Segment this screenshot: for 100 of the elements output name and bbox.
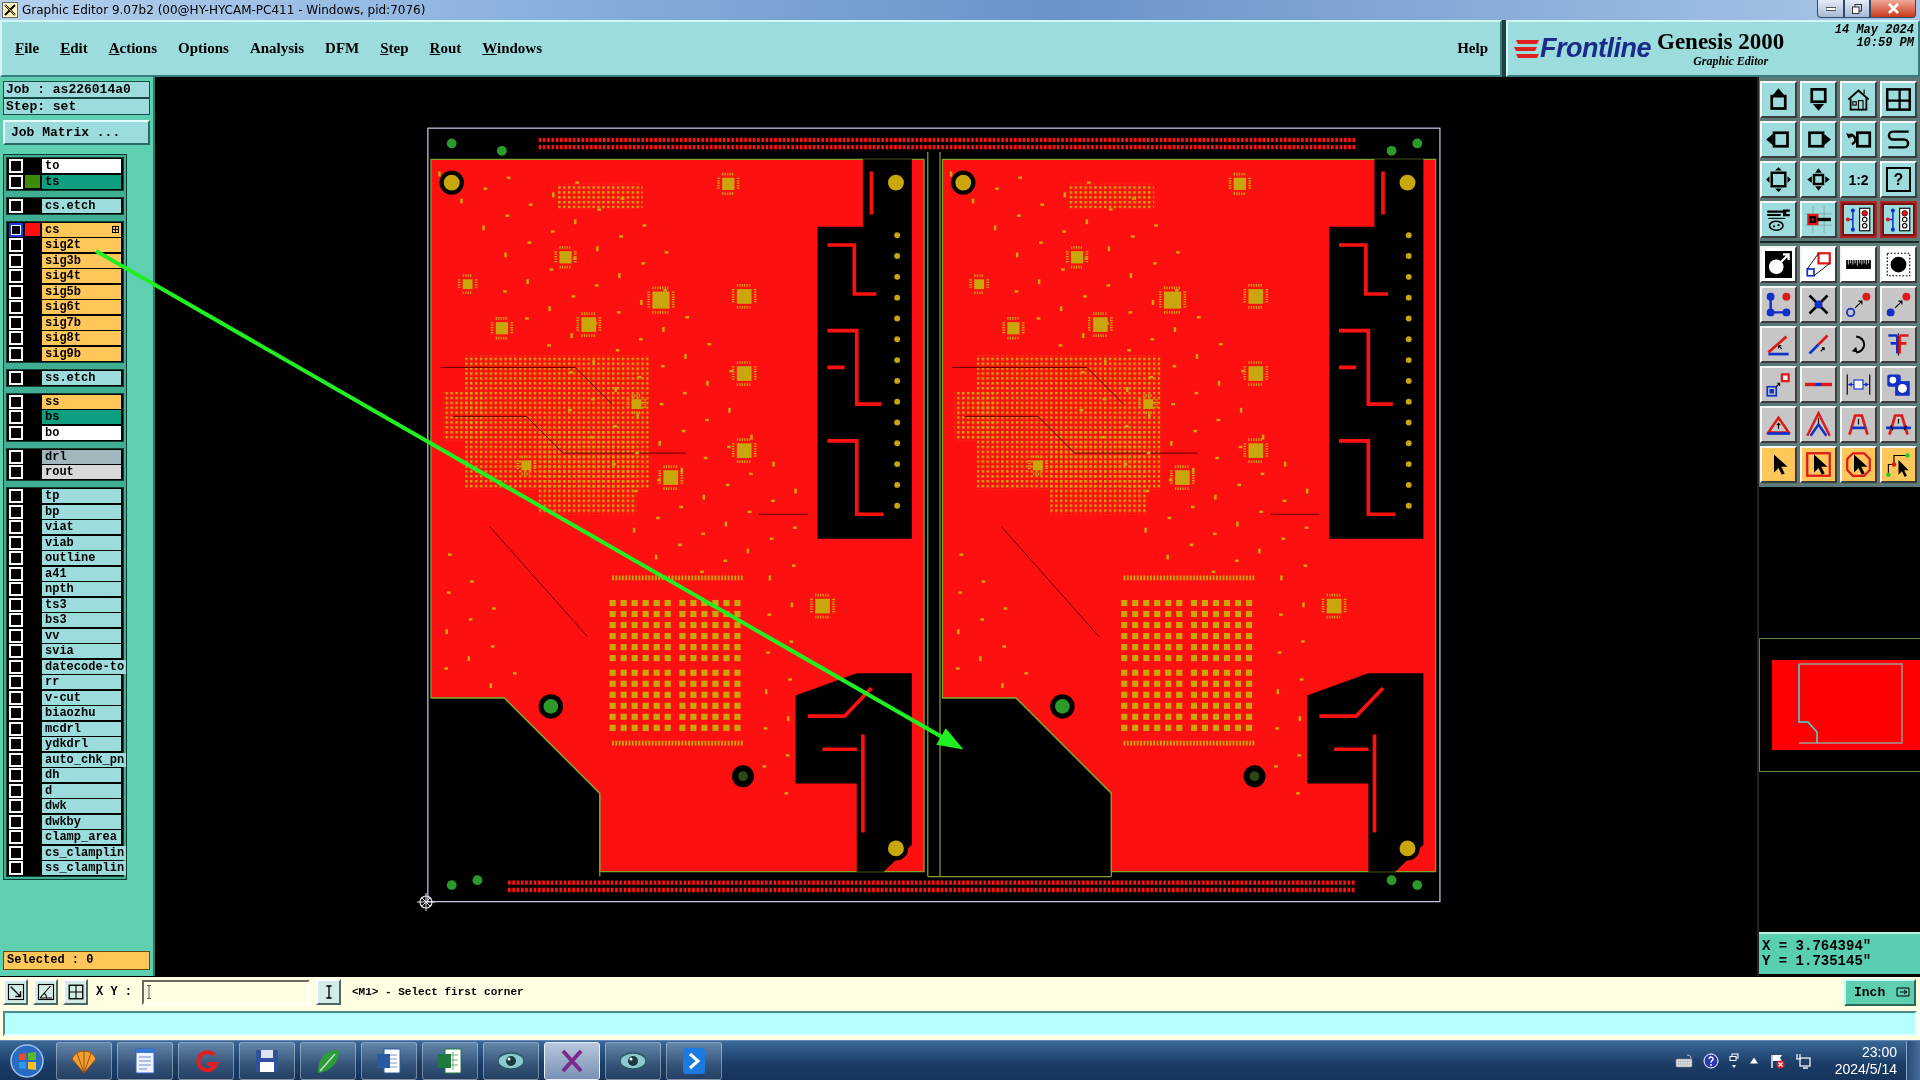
- help-menu[interactable]: Help: [1457, 40, 1488, 57]
- menu-item[interactable]: Rout: [429, 40, 462, 57]
- grid-button[interactable]: [63, 979, 88, 1005]
- pan-up-button[interactable]: [1760, 81, 1797, 118]
- layer-name-button[interactable]: dh: [42, 768, 121, 782]
- layer-name-button[interactable]: sig7b: [42, 315, 121, 330]
- cursor-octagon-button[interactable]: [1840, 446, 1877, 483]
- units-button[interactable]: Inch: [1844, 978, 1916, 1006]
- circuit-signal-button[interactable]: [1880, 201, 1917, 238]
- cursor-square-button[interactable]: [1800, 446, 1837, 483]
- arch-crossbar-button[interactable]: [1880, 406, 1917, 443]
- cursor-net-button[interactable]: [1880, 446, 1917, 483]
- layer-name-button[interactable]: ss: [42, 394, 121, 409]
- layer-name-button[interactable]: tp: [42, 489, 121, 503]
- window-grid-button[interactable]: [1880, 81, 1917, 118]
- help-button[interactable]: ?: [1880, 161, 1917, 198]
- arch-button[interactable]: [1840, 406, 1877, 443]
- diagonal-line-button[interactable]: [1800, 326, 1837, 363]
- layer-name-button[interactable]: viat: [42, 520, 121, 534]
- pad-button[interactable]: [1800, 201, 1837, 238]
- job-matrix-button[interactable]: Job Matrix ...: [3, 120, 150, 145]
- layer-name-button[interactable]: bs: [42, 410, 121, 424]
- connected-dots-button[interactable]: [1760, 286, 1797, 323]
- layer-name-button[interactable]: cs.etch: [42, 198, 121, 213]
- tray-keyboard-button[interactable]: [1674, 1053, 1693, 1068]
- layer-name-button[interactable]: biaozhu: [42, 706, 121, 720]
- layer-name-button[interactable]: ts: [42, 174, 121, 189]
- layer-name-button[interactable]: cs: [42, 222, 121, 237]
- layer-name-button[interactable]: ydkdrl: [42, 737, 121, 751]
- pan-down-button[interactable]: [1800, 81, 1837, 118]
- layer-name-button[interactable]: sig5b: [42, 284, 121, 299]
- command-field[interactable]: [3, 1011, 1917, 1036]
- layer-name-button[interactable]: clamp_area: [42, 830, 121, 844]
- minimize-button[interactable]: [1817, 0, 1844, 18]
- dimension-button[interactable]: [1840, 366, 1877, 403]
- menu-item[interactable]: Analysis: [249, 40, 305, 57]
- layer-name-button[interactable]: a41: [42, 566, 121, 581]
- dot-arrow-dot-button[interactable]: [1880, 286, 1917, 323]
- mirror-button[interactable]: [1880, 326, 1917, 363]
- layer-name-button[interactable]: sig3b: [42, 253, 121, 268]
- curved-arrow-button[interactable]: [1840, 326, 1877, 363]
- overlapping-shapes-button[interactable]: [1880, 366, 1917, 403]
- layer-name-button[interactable]: d: [42, 783, 121, 798]
- layer-name-button[interactable]: auto_chk_pn: [42, 752, 127, 767]
- cursor-button[interactable]: [1760, 446, 1797, 483]
- pan-left-button[interactable]: [1760, 121, 1797, 158]
- overview-panel[interactable]: [1759, 638, 1920, 772]
- layer-name-button[interactable]: dwkby: [42, 814, 121, 829]
- maximize-button[interactable]: [1844, 0, 1870, 18]
- show-hidden-icons-button[interactable]: [1748, 1057, 1759, 1064]
- scale-ratio-button[interactable]: 1:2: [1840, 161, 1877, 198]
- layer-checkbox[interactable]: [9, 222, 23, 237]
- layer-name-button[interactable]: bs3: [42, 613, 121, 627]
- circle-arrow-button[interactable]: [1760, 246, 1797, 283]
- tray-flag-button[interactable]: [1768, 1052, 1785, 1069]
- pan-right-button[interactable]: [1800, 121, 1837, 158]
- layer-name-button[interactable]: drl: [42, 449, 121, 464]
- tray-network-button[interactable]: [1794, 1052, 1811, 1069]
- menu-item[interactable]: Options: [178, 40, 229, 57]
- show-desktop-button[interactable]: [1906, 1040, 1920, 1080]
- layer-name-button[interactable]: outline: [42, 551, 121, 565]
- close-button[interactable]: [1870, 0, 1916, 18]
- zoom-in-button[interactable]: [1800, 161, 1837, 198]
- layer-name-button[interactable]: dwk: [42, 799, 121, 813]
- layer-name-button[interactable]: bo: [42, 425, 121, 440]
- layer-name-button[interactable]: mcdrl: [42, 721, 121, 736]
- menu-item[interactable]: Edit: [60, 40, 88, 57]
- taskbar-button[interactable]: [544, 1041, 600, 1080]
- menu-item[interactable]: File: [15, 40, 40, 57]
- layer-name-button[interactable]: sig2t: [42, 238, 121, 252]
- house-button[interactable]: [1840, 81, 1877, 118]
- layer-name-button[interactable]: bp: [42, 504, 121, 519]
- layer-name-button[interactable]: v-cut: [42, 690, 121, 705]
- angle-button[interactable]: [1760, 326, 1797, 363]
- layer-name-button[interactable]: to: [42, 159, 121, 173]
- triangle-button[interactable]: [1760, 406, 1797, 443]
- diagonal-arrow-button[interactable]: [3, 979, 28, 1005]
- menu-item[interactable]: Step: [380, 40, 409, 57]
- peak-button[interactable]: [1800, 406, 1837, 443]
- layer-name-button[interactable]: sig8t: [42, 331, 121, 345]
- ring-arrow-dot-button[interactable]: [1840, 286, 1877, 323]
- layer-name-button[interactable]: sig9b: [42, 346, 121, 361]
- menu-item[interactable]: Windows: [482, 40, 543, 57]
- layer-name-button[interactable]: npth: [42, 582, 121, 596]
- layer-name-button[interactable]: rr: [42, 675, 121, 689]
- curved-arrow-box-button[interactable]: [1840, 121, 1877, 158]
- layer-name-button[interactable]: ts3: [42, 597, 121, 612]
- menu-item[interactable]: DFM: [325, 40, 360, 57]
- layer-name-button[interactable]: svia: [42, 644, 121, 658]
- zoom-fit-button[interactable]: [1760, 161, 1797, 198]
- layer-name-button[interactable]: vv: [42, 628, 121, 643]
- line-segment-button[interactable]: [1800, 366, 1837, 403]
- text-cursor-button[interactable]: [316, 979, 341, 1005]
- menu-item[interactable]: Actions: [108, 40, 158, 57]
- layer-name-button[interactable]: ss_clamplin: [42, 861, 127, 875]
- s-curve-button[interactable]: [1880, 121, 1917, 158]
- tray-windows-button[interactable]: [1728, 1052, 1739, 1069]
- layer-name-button[interactable]: sig6t: [42, 300, 121, 314]
- square-arrow-button[interactable]: [1760, 366, 1797, 403]
- tray-help-button[interactable]: [1702, 1052, 1719, 1069]
